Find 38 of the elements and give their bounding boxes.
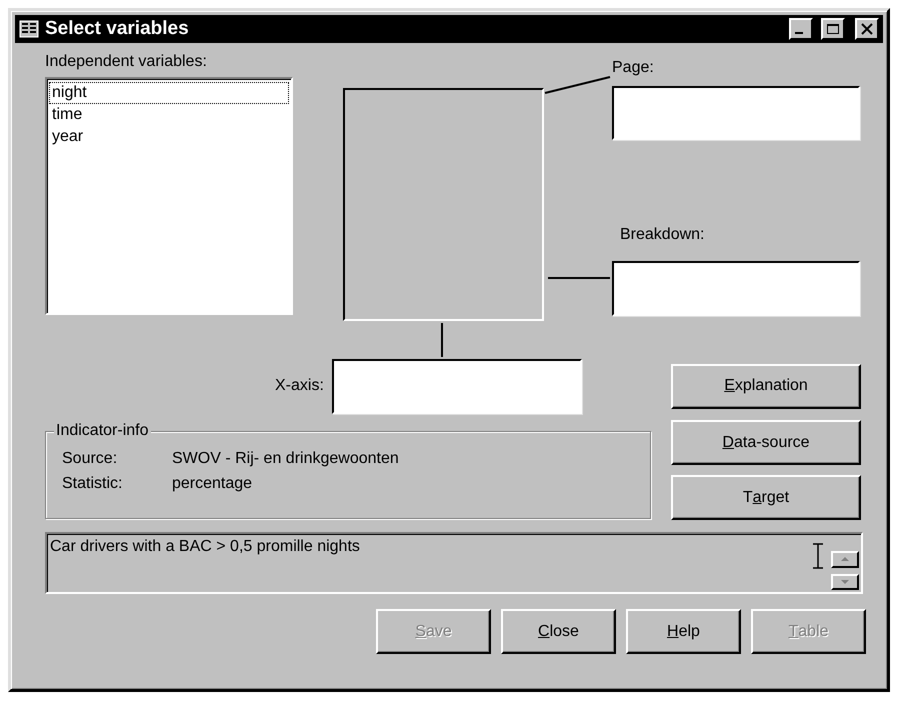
x-axis-label: X-axis: (275, 377, 324, 395)
text-cursor-icon (811, 543, 825, 569)
window-title: Select variables (45, 18, 190, 40)
list-label: Independent variables: (45, 53, 208, 71)
table-icon (19, 20, 39, 38)
breakdown-field[interactable] (612, 261, 860, 316)
variable-list[interactable]: night time year (45, 77, 293, 315)
page-label: Page: (612, 59, 654, 77)
up-arrow-icon (840, 556, 850, 562)
info-label: Source: (62, 449, 118, 469)
maximize-button[interactable] (821, 18, 845, 40)
info-label: Statistic: (62, 474, 124, 494)
breakdown-label: Breakdown: (620, 226, 704, 244)
scroll-down-button[interactable] (831, 574, 859, 590)
close-button[interactable] (855, 18, 879, 40)
leader-line (441, 323, 443, 357)
info-value: SWOV - Rij- en drinkgewoonten (172, 449, 399, 469)
list-item[interactable]: time (49, 104, 289, 126)
x-axis-field[interactable] (332, 358, 582, 414)
list-item[interactable]: year (49, 126, 289, 148)
side-button[interactable]: Data-source (671, 420, 861, 465)
page-field[interactable] (612, 86, 860, 140)
leader-line (548, 277, 610, 279)
dialog-button[interactable]: Close (501, 609, 616, 654)
info-value: percentage (172, 474, 252, 494)
maximize-icon (826, 23, 840, 35)
minimize-button[interactable] (789, 18, 813, 40)
leader-line (544, 76, 610, 94)
description-text: Car drivers with a BAC > 0,5 promille nights (50, 537, 361, 557)
scroll-up-button[interactable] (831, 551, 859, 568)
description-box[interactable]: Car drivers with a BAC > 0,5 promille nights (45, 532, 863, 594)
list-item[interactable]: night (49, 82, 289, 104)
down-arrow-icon (840, 578, 850, 585)
close-icon (861, 23, 873, 35)
side-button[interactable]: Target (671, 475, 861, 520)
minimize-icon (795, 32, 803, 34)
side-button[interactable]: Explanation (671, 364, 861, 408)
dialog-button[interactable]: Help (626, 609, 741, 654)
